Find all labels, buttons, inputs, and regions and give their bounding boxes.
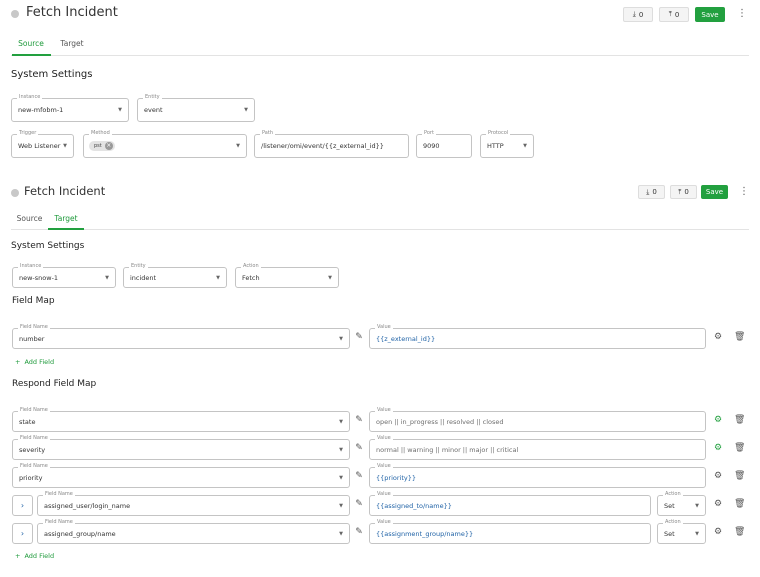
- protocol-select[interactable]: Protocol HTTP ▼: [480, 129, 534, 158]
- page-title: Fetch Incident: [24, 184, 106, 198]
- value-field[interactable]: Value open || in_progress || resolved ||…: [369, 406, 706, 432]
- pencil-icon[interactable]: ✎: [354, 444, 364, 453]
- value-field[interactable]: Value {{z_external_id}}: [369, 323, 706, 349]
- instance-select[interactable]: Instance new-mfobm-1 ▼: [11, 93, 129, 122]
- caret-down-icon: ▼: [339, 418, 343, 425]
- field-name-select[interactable]: Field Name severity ▼: [12, 434, 350, 460]
- export-button[interactable]: ⤒ 0: [659, 7, 689, 22]
- upload-icon: ⤒: [668, 10, 672, 18]
- path-field[interactable]: Path /listener/omi/event/{{z_external_id…: [254, 129, 409, 158]
- caret-down-icon: ▼: [63, 143, 67, 149]
- more-vertical-icon[interactable]: ⋮: [737, 9, 747, 21]
- trash-icon[interactable]: 🗑: [734, 416, 745, 425]
- tab-indicator: [12, 54, 51, 56]
- gear-icon[interactable]: ⚙: [713, 472, 723, 481]
- add-field-button[interactable]: + Add Field: [15, 552, 54, 560]
- caret-down-icon: ▼: [695, 502, 699, 509]
- gear-icon[interactable]: ⚙: [713, 333, 723, 342]
- caret-down-icon: ▼: [105, 274, 109, 281]
- pencil-icon[interactable]: ✎: [354, 333, 364, 342]
- field-name-select[interactable]: Field Name assigned_group/name ▼: [37, 518, 350, 544]
- tab-source[interactable]: Source: [12, 214, 47, 223]
- export-button[interactable]: ⤒ 0: [670, 185, 697, 199]
- pencil-icon[interactable]: ✎: [354, 528, 364, 537]
- save-button[interactable]: Save: [701, 185, 728, 199]
- pencil-icon[interactable]: ✎: [354, 416, 364, 425]
- caret-down-icon: ▼: [339, 474, 343, 481]
- trigger-select[interactable]: Trigger Web Listener ▼: [11, 129, 74, 158]
- field-name-select[interactable]: Field Name number ▼: [12, 323, 350, 349]
- page-title: Fetch Incident: [26, 5, 118, 20]
- field-name-select[interactable]: Field Name state ▼: [12, 406, 350, 432]
- status-dot: [11, 189, 19, 197]
- caret-down-icon: ▼: [216, 274, 220, 281]
- value-field[interactable]: Value {{priority}}: [369, 462, 706, 488]
- upload-icon: ⤒: [678, 187, 682, 196]
- caret-down-icon: ▼: [339, 446, 343, 453]
- trash-icon[interactable]: 🗑: [734, 472, 745, 481]
- save-button[interactable]: Save: [695, 7, 725, 22]
- gear-icon[interactable]: ⚙: [713, 500, 723, 509]
- value-field[interactable]: Value {{assigned_to/name}}: [369, 490, 651, 516]
- trash-icon[interactable]: 🗑: [734, 444, 745, 453]
- tab-target[interactable]: Target: [54, 39, 90, 48]
- caret-down-icon: ▼: [236, 143, 240, 149]
- entity-select[interactable]: Entity event ▼: [137, 93, 255, 122]
- respond-field-map-title: Respond Field Map: [12, 379, 97, 389]
- tab-target[interactable]: Target: [48, 214, 84, 223]
- chevron-right-icon[interactable]: ›: [12, 495, 33, 516]
- caret-down-icon: ▼: [328, 274, 332, 281]
- chevron-right-icon[interactable]: ›: [12, 523, 33, 544]
- section-title: System Settings: [11, 241, 85, 251]
- action-select[interactable]: Action Set ▼: [657, 490, 706, 516]
- plus-icon: +: [15, 552, 21, 560]
- gear-icon[interactable]: ⚙: [713, 528, 723, 537]
- field-name-select[interactable]: Field Name priority ▼: [12, 462, 350, 488]
- pencil-icon[interactable]: ✎: [354, 500, 364, 509]
- caret-down-icon: ▼: [244, 107, 248, 113]
- close-icon[interactable]: ×: [104, 142, 113, 150]
- action-select[interactable]: Action Set ▼: [657, 518, 706, 544]
- tab-indicator: [48, 228, 84, 230]
- port-field[interactable]: Port 9090: [416, 129, 472, 158]
- trash-icon[interactable]: 🗑: [734, 333, 745, 342]
- trash-icon[interactable]: 🗑: [734, 528, 745, 537]
- add-field-button[interactable]: + Add Field: [15, 358, 54, 366]
- more-vertical-icon[interactable]: ⋮: [739, 187, 749, 199]
- section-title: System Settings: [11, 69, 93, 80]
- value-field[interactable]: Value normal || warning || minor || majo…: [369, 434, 706, 460]
- gear-icon[interactable]: ⚙: [713, 416, 723, 425]
- tab-divider: [11, 229, 749, 230]
- caret-down-icon: ▼: [339, 502, 343, 509]
- pencil-icon[interactable]: ✎: [354, 472, 364, 481]
- caret-down-icon: ▼: [339, 530, 343, 537]
- download-icon: ⤓: [632, 10, 636, 18]
- trash-icon[interactable]: 🗑: [734, 500, 745, 509]
- caret-down-icon: ▼: [695, 530, 699, 537]
- caret-down-icon: ▼: [339, 335, 343, 342]
- download-icon: ⤓: [646, 187, 650, 196]
- import-button[interactable]: ⤓ 0: [638, 185, 665, 199]
- tab-source[interactable]: Source: [12, 39, 50, 48]
- entity-select[interactable]: Entity incident ▼: [123, 262, 227, 288]
- tab-divider: [11, 55, 749, 56]
- method-chip[interactable]: pst ×: [89, 141, 115, 151]
- plus-icon: +: [15, 358, 21, 366]
- gear-icon[interactable]: ⚙: [713, 444, 723, 453]
- field-map-title: Field Map: [12, 296, 55, 306]
- import-button[interactable]: ⤓ 0: [623, 7, 653, 22]
- value-field[interactable]: Value {{assignment_group/name}}: [369, 518, 651, 544]
- method-select[interactable]: Method pst × ▼: [83, 129, 247, 158]
- caret-down-icon: ▼: [118, 107, 122, 113]
- instance-select[interactable]: Instance new-snow-1 ▼: [12, 262, 116, 288]
- action-select[interactable]: Action Fetch ▼: [235, 262, 339, 288]
- status-dot: [11, 10, 19, 18]
- field-name-select[interactable]: Field Name assigned_user/login_name ▼: [37, 490, 350, 516]
- caret-down-icon: ▼: [523, 143, 527, 149]
